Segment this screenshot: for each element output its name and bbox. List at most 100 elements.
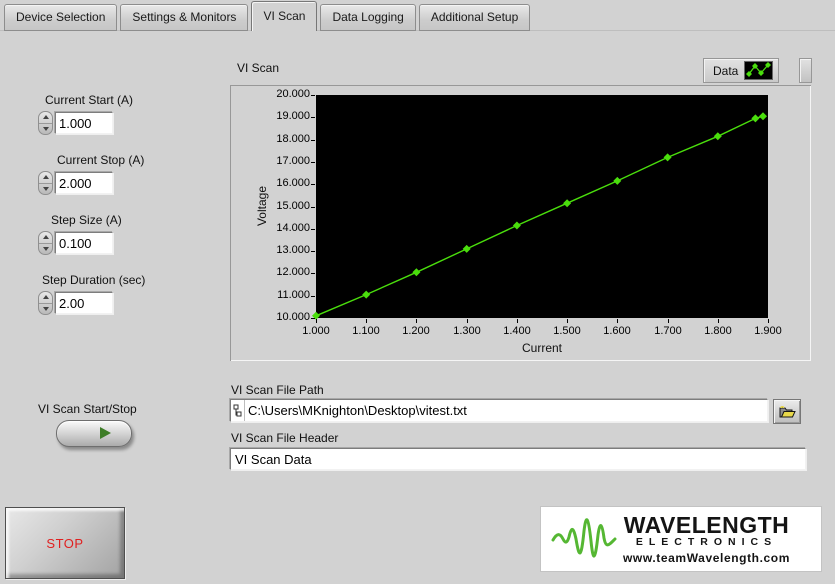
current-stop-control (38, 171, 113, 195)
y-tick-mark (311, 251, 315, 252)
y-tick-label: 19.000 (232, 110, 310, 122)
y-tick-mark (311, 95, 315, 96)
y-tick-mark (311, 140, 315, 141)
x-tick-mark (416, 319, 417, 323)
logo-text-block: WAVELENGTH ELECTRONICS www.teamWavelengt… (623, 514, 790, 565)
increment-button[interactable] (39, 112, 52, 123)
y-tick-mark (311, 273, 315, 274)
x-tick-mark (567, 319, 568, 323)
down-arrow-icon (43, 247, 49, 251)
file-header-input[interactable] (230, 448, 806, 470)
y-tick-mark (311, 162, 315, 163)
down-arrow-icon (43, 127, 49, 131)
x-tick-label: 1.500 (545, 325, 589, 337)
tab-settings-monitors[interactable]: Settings & Monitors (120, 4, 248, 31)
current-stop-label: Current Stop (A) (57, 153, 144, 167)
y-tick-label: 11.000 (232, 289, 310, 301)
current-start-input[interactable] (55, 112, 113, 134)
y-tick-mark (311, 318, 315, 319)
tab-bar: Device Selection Settings & Monitors VI … (0, 0, 835, 31)
tab-additional-setup[interactable]: Additional Setup (419, 4, 530, 31)
wavelength-logo: WAVELENGTH ELECTRONICS www.teamWavelengt… (540, 506, 822, 572)
y-tick-label: 18.000 (232, 133, 310, 145)
plot-area (316, 95, 768, 318)
file-path-input[interactable] (245, 402, 767, 419)
logo-title: WAVELENGTH (624, 514, 790, 536)
increment-button[interactable] (39, 292, 52, 303)
current-stop-input[interactable] (55, 172, 113, 194)
vi-scan-start-stop-toggle[interactable] (56, 420, 136, 450)
plot-legend[interactable]: Data (703, 58, 779, 83)
y-tick-label: 20.000 (232, 88, 310, 100)
y-tick-label: 14.000 (232, 222, 310, 234)
tab-data-logging[interactable]: Data Logging (320, 4, 415, 31)
decrement-button[interactable] (39, 123, 52, 135)
x-tick-label: 1.700 (646, 325, 690, 337)
chart-panel: Voltage Current 10.00011.00012.00013.000… (230, 85, 811, 361)
step-size-spinner (38, 231, 53, 255)
y-tick-label: 16.000 (232, 177, 310, 189)
plot-svg (316, 95, 768, 318)
browse-button[interactable] (773, 399, 801, 424)
x-tick-label: 1.400 (495, 325, 539, 337)
legend-plot-icon (744, 61, 773, 80)
step-size-input[interactable] (55, 232, 113, 254)
x-tick-mark (366, 319, 367, 323)
x-tick-label: 1.000 (294, 325, 338, 337)
x-tick-mark (316, 319, 317, 323)
y-tick-label: 10.000 (232, 311, 310, 323)
step-size-label: Step Size (A) (51, 213, 122, 227)
decrement-button[interactable] (39, 183, 52, 195)
down-arrow-icon (43, 187, 49, 191)
step-duration-spinner (38, 291, 53, 315)
decrement-button[interactable] (39, 243, 52, 255)
x-tick-label: 1.100 (344, 325, 388, 337)
x-axis-label: Current (316, 341, 768, 355)
current-stop-spinner (38, 171, 53, 195)
current-start-control (38, 111, 113, 135)
current-start-label: Current Start (A) (45, 93, 133, 107)
file-path-label: VI Scan File Path (231, 383, 324, 397)
y-tick-label: 15.000 (232, 200, 310, 212)
y-tick-label: 12.000 (232, 266, 310, 278)
y-tick-mark (311, 296, 315, 297)
up-arrow-icon (43, 295, 49, 299)
step-duration-control (38, 291, 113, 315)
tab-device-selection[interactable]: Device Selection (4, 4, 117, 31)
y-tick-mark (311, 229, 315, 230)
x-tick-label: 1.200 (394, 325, 438, 337)
path-type-icon (231, 400, 245, 421)
up-arrow-icon (43, 175, 49, 179)
stop-button[interactable]: STOP (5, 507, 125, 579)
x-tick-label: 1.600 (595, 325, 639, 337)
x-tick-label: 1.800 (696, 325, 740, 337)
y-tick-mark (311, 117, 315, 118)
legend-label: Data (713, 64, 738, 78)
tab-vi-scan[interactable]: VI Scan (251, 1, 317, 31)
increment-button[interactable] (39, 172, 52, 183)
vi-scan-app: Device Selection Settings & Monitors VI … (0, 0, 835, 584)
current-start-spinner (38, 111, 53, 135)
vi-scan-toggle-label: VI Scan Start/Stop (38, 402, 137, 416)
legend-edge-strip (799, 58, 812, 83)
down-arrow-icon (43, 307, 49, 311)
x-tick-mark (467, 319, 468, 323)
y-tick-label: 13.000 (232, 244, 310, 256)
y-tick-mark (311, 207, 315, 208)
up-arrow-icon (43, 235, 49, 239)
up-arrow-icon (43, 115, 49, 119)
toggle-arrow-icon (100, 427, 111, 439)
decrement-button[interactable] (39, 303, 52, 315)
step-duration-input[interactable] (55, 292, 113, 314)
open-folder-icon (779, 405, 796, 418)
y-tick-label: 17.000 (232, 155, 310, 167)
x-tick-label: 1.900 (746, 325, 790, 337)
logo-url: www.teamWavelength.com (623, 551, 790, 565)
x-tick-label: 1.300 (445, 325, 489, 337)
x-tick-mark (668, 319, 669, 323)
tab-strip: Device Selection Settings & Monitors VI … (4, 1, 530, 31)
stop-button-label: STOP (46, 536, 83, 551)
y-tick-mark (311, 184, 315, 185)
increment-button[interactable] (39, 232, 52, 243)
x-tick-mark (718, 319, 719, 323)
